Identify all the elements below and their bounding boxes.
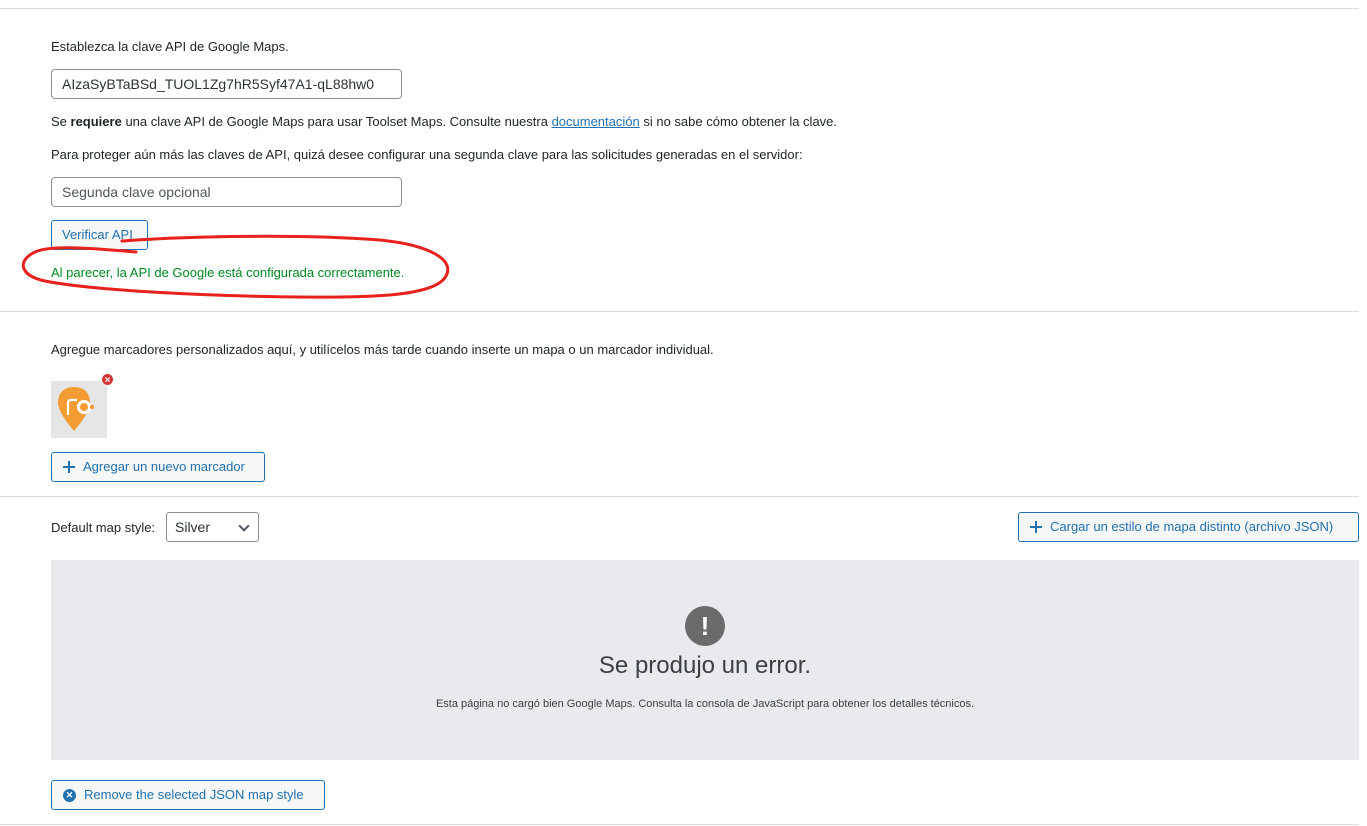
- upload-style-label: Cargar un estilo de mapa distinto (archi…: [1050, 519, 1334, 534]
- remove-style-label: Remove the selected JSON map style: [84, 787, 304, 802]
- documentation-link[interactable]: documentación: [552, 114, 640, 129]
- requirement-bold: requiere: [70, 114, 122, 129]
- remove-marker-icon[interactable]: ×: [101, 373, 114, 386]
- add-marker-label: Agregar un nuevo marcador: [83, 459, 245, 474]
- default-style-value: Silver: [175, 519, 211, 535]
- requirement-suffix: si no sabe cómo obtener la clave.: [639, 114, 838, 129]
- add-marker-button[interactable]: Agregar un nuevo marcador: [51, 452, 265, 482]
- verify-api-button[interactable]: Verificar API: [51, 220, 148, 250]
- markers-intro: Agregue marcadores personalizados aquí, …: [51, 342, 714, 357]
- second-key-input[interactable]: [51, 177, 402, 207]
- verify-api-label: Verificar API: [62, 227, 133, 242]
- divider: [0, 8, 1359, 9]
- remove-style-button[interactable]: ✕ Remove the selected JSON map style: [51, 780, 325, 810]
- api-key-input[interactable]: [51, 69, 402, 99]
- divider: [0, 496, 1359, 497]
- error-title: Se produjo un error.: [598, 652, 812, 679]
- chevron-down-icon: [238, 520, 250, 532]
- divider: [0, 824, 1359, 825]
- api-success-message: Al parecer, la API de Google está config…: [51, 265, 405, 280]
- map-pin-icon: [58, 387, 95, 431]
- plus-icon: [63, 461, 75, 473]
- upload-style-button[interactable]: Cargar un estilo de mapa distinto (archi…: [1018, 512, 1359, 542]
- api-key-intro: Establezca la clave API de Google Maps.: [51, 39, 289, 54]
- map-preview: ! Se produjo un error. Esta página no ca…: [51, 560, 1359, 760]
- error-icon: !: [685, 606, 725, 646]
- requirement-mid: una clave API de Google Maps para usar T…: [121, 114, 552, 129]
- plus-icon: [1030, 521, 1042, 533]
- settings-page: Establezca la clave API de Google Maps. …: [0, 0, 1367, 826]
- api-key-requirement: Se requiere una clave API de Google Maps…: [51, 113, 837, 131]
- default-style-select[interactable]: Silver: [166, 512, 259, 542]
- default-style-label: Default map style:: [51, 520, 156, 535]
- custom-marker-thumbnail[interactable]: [51, 381, 107, 438]
- requirement-prefix: Se: [51, 114, 71, 129]
- second-key-hint: Para proteger aún más las claves de API,…: [51, 147, 803, 162]
- error-description: Esta página no cargó bien Google Maps. C…: [435, 698, 975, 710]
- divider: [0, 311, 1359, 312]
- close-circle-icon: ✕: [63, 788, 76, 802]
